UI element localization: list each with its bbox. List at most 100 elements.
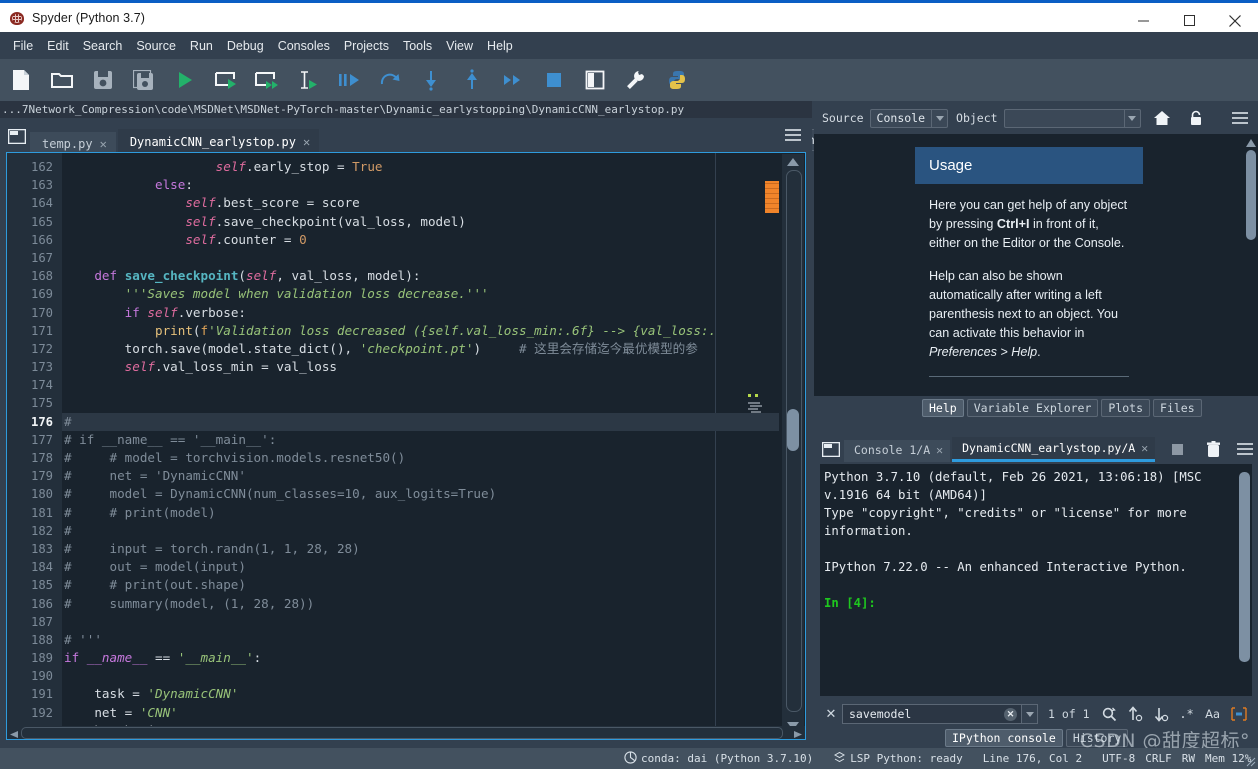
step-return-icon[interactable] — [451, 59, 492, 101]
run-cell-icon[interactable] — [205, 59, 246, 101]
tab-ipython-console[interactable]: IPython console — [945, 729, 1063, 747]
close-icon[interactable]: ✕ — [936, 443, 943, 457]
code-line[interactable]: 179 # net = 'DynamicCNN' — [7, 467, 805, 485]
code-line[interactable]: 182 # — [7, 522, 805, 540]
code-line[interactable]: 172 torch.save(model.state_dict(), 'chec… — [7, 340, 805, 358]
code-line[interactable]: 185 # # print(out.shape) — [7, 576, 805, 594]
scroll-left-icon[interactable] — [9, 728, 19, 738]
continue-icon[interactable] — [492, 59, 533, 101]
maximize-pane-icon[interactable] — [574, 59, 615, 101]
code-line[interactable]: 169 '''Saves model when validation loss … — [7, 285, 805, 303]
find-input[interactable]: savemodel ✕ — [842, 704, 1022, 724]
menu-source[interactable]: Source — [129, 36, 183, 56]
console-options-hamburger-menu-icon[interactable] — [1234, 438, 1256, 460]
code-line[interactable]: 165 self.save_checkpoint(val_loss, model… — [7, 213, 805, 231]
browse-tabs-icon[interactable] — [818, 436, 844, 462]
close-icon[interactable]: ✕ — [1141, 441, 1148, 455]
code-line[interactable]: 162 self.early_stop = True — [7, 158, 805, 176]
close-icon[interactable]: ✕ — [303, 135, 310, 149]
search-refresh-icon[interactable] — [1096, 703, 1122, 725]
tab-variable-explorer[interactable]: Variable Explorer — [966, 399, 1099, 417]
pythonpath-manager-icon[interactable] — [656, 59, 697, 101]
find-close-button[interactable]: ✕ — [820, 706, 842, 722]
code-line[interactable]: 175 — [7, 394, 805, 412]
code-line[interactable]: 174 — [7, 376, 805, 394]
code-line[interactable]: 183 # input = torch.randn(1, 1, 28, 28) — [7, 540, 805, 558]
chevron-down-icon[interactable] — [1123, 109, 1140, 127]
close-icon[interactable]: ✕ — [100, 137, 107, 151]
editor-vertical-scrollbar[interactable] — [782, 154, 804, 736]
scrollbar-thumb[interactable] — [1246, 150, 1256, 240]
menu-search[interactable]: Search — [76, 36, 130, 56]
code-line[interactable]: 192 net = 'CNN' — [7, 704, 805, 722]
menu-tools[interactable]: Tools — [396, 36, 439, 56]
code-line[interactable]: 178 # # model = torchvision.models.resnet… — [7, 449, 805, 467]
stop-debug-icon[interactable] — [533, 59, 574, 101]
menu-help[interactable]: Help — [480, 36, 520, 56]
editor-options-hamburger-menu-icon[interactable] — [784, 128, 802, 144]
code-line[interactable]: 176 # — [7, 412, 805, 431]
code-line[interactable]: 180 # model = DynamicCNN(num_classes=10, … — [7, 485, 805, 503]
minimize-button[interactable] — [1120, 6, 1166, 35]
help-source-combo[interactable]: Console — [869, 108, 949, 128]
scrollbar-thumb[interactable] — [787, 409, 799, 451]
menu-file[interactable]: File — [6, 36, 40, 56]
scrollbar-thumb[interactable] — [1239, 472, 1250, 662]
tab-files[interactable]: Files — [1153, 399, 1202, 417]
menu-edit[interactable]: Edit — [40, 36, 76, 56]
tab-help[interactable]: Help — [922, 399, 964, 417]
save-all-icon[interactable] — [123, 59, 164, 101]
tab-history[interactable]: History — [1065, 729, 1129, 747]
menu-debug[interactable]: Debug — [220, 36, 271, 56]
menu-consoles[interactable]: Consoles — [271, 36, 337, 56]
window-resize-grip[interactable] — [1242, 753, 1256, 767]
maximize-button[interactable] — [1166, 6, 1212, 35]
console-vertical-scrollbar[interactable] — [1239, 468, 1250, 690]
code-line[interactable]: 163 else: — [7, 176, 805, 194]
code-line[interactable]: 188 # ''' — [7, 631, 805, 649]
preferences-icon[interactable] — [615, 59, 656, 101]
debug-file-icon[interactable] — [328, 59, 369, 101]
menu-view[interactable]: View — [439, 36, 480, 56]
code-line[interactable]: 186 # summary(model, (1, 28, 28)) — [7, 595, 805, 613]
case-sensitive-toggle-button[interactable]: Aa — [1200, 703, 1226, 725]
step-over-icon[interactable] — [369, 59, 410, 101]
code-line[interactable]: 166 self.counter = 0 — [7, 231, 805, 249]
menu-projects[interactable]: Projects — [337, 36, 396, 56]
run-file-icon[interactable] — [164, 59, 205, 101]
code-line[interactable]: 191 task = 'DynamicCNN' — [7, 685, 805, 703]
browse-tabs-icon[interactable] — [4, 118, 30, 154]
regex-toggle-button[interactable]: .* — [1174, 703, 1200, 725]
chevron-down-icon[interactable] — [931, 109, 947, 127]
lock-icon[interactable] — [1183, 106, 1209, 130]
scroll-right-icon[interactable] — [793, 728, 803, 738]
run-selection-icon[interactable] — [287, 59, 328, 101]
help-options-hamburger-menu-icon[interactable] — [1227, 106, 1253, 130]
code-line[interactable]: 167 — [7, 249, 805, 267]
close-button[interactable] — [1212, 6, 1258, 35]
stop-icon[interactable] — [1166, 438, 1188, 460]
step-into-icon[interactable] — [410, 59, 451, 101]
code-line[interactable]: 181 # # print(model) — [7, 504, 805, 522]
code-line[interactable]: 170 if self.verbose: — [7, 304, 805, 322]
open-file-icon[interactable] — [41, 59, 82, 101]
editor-horizontal-scrollbar[interactable] — [6, 726, 806, 740]
search-up-icon[interactable] — [1122, 703, 1148, 725]
run-cell-advance-icon[interactable] — [246, 59, 287, 101]
code-editor[interactable]: 162 self.early_stop = True 163 else: 164 s… — [6, 152, 806, 738]
console-tab-dynamiccnn-earlystop[interactable]: DynamicCNN_earlystop.py/A ✕ — [952, 437, 1156, 462]
code-line[interactable]: 190 — [7, 667, 805, 685]
new-file-icon[interactable] — [0, 59, 41, 101]
menu-run[interactable]: Run — [183, 36, 220, 56]
whole-word-toggle-button[interactable] — [1226, 703, 1252, 725]
code-line[interactable]: 173 self.val_loss_min = val_loss — [7, 358, 805, 376]
code-line[interactable]: 177 # if __name__ == '__main__': — [7, 431, 805, 449]
save-file-icon[interactable] — [82, 59, 123, 101]
find-history-chevron-down-icon[interactable] — [1022, 704, 1038, 724]
console-output[interactable]: Python 3.7.10 (default, Feb 26 2021, 13:… — [820, 464, 1252, 696]
code-line[interactable]: 164 self.best_score = score — [7, 194, 805, 212]
help-object-combo[interactable] — [1003, 108, 1141, 128]
help-vertical-scrollbar[interactable] — [1245, 136, 1257, 394]
hscrollbar-thumb[interactable] — [21, 727, 783, 739]
search-down-icon[interactable] — [1148, 703, 1174, 725]
